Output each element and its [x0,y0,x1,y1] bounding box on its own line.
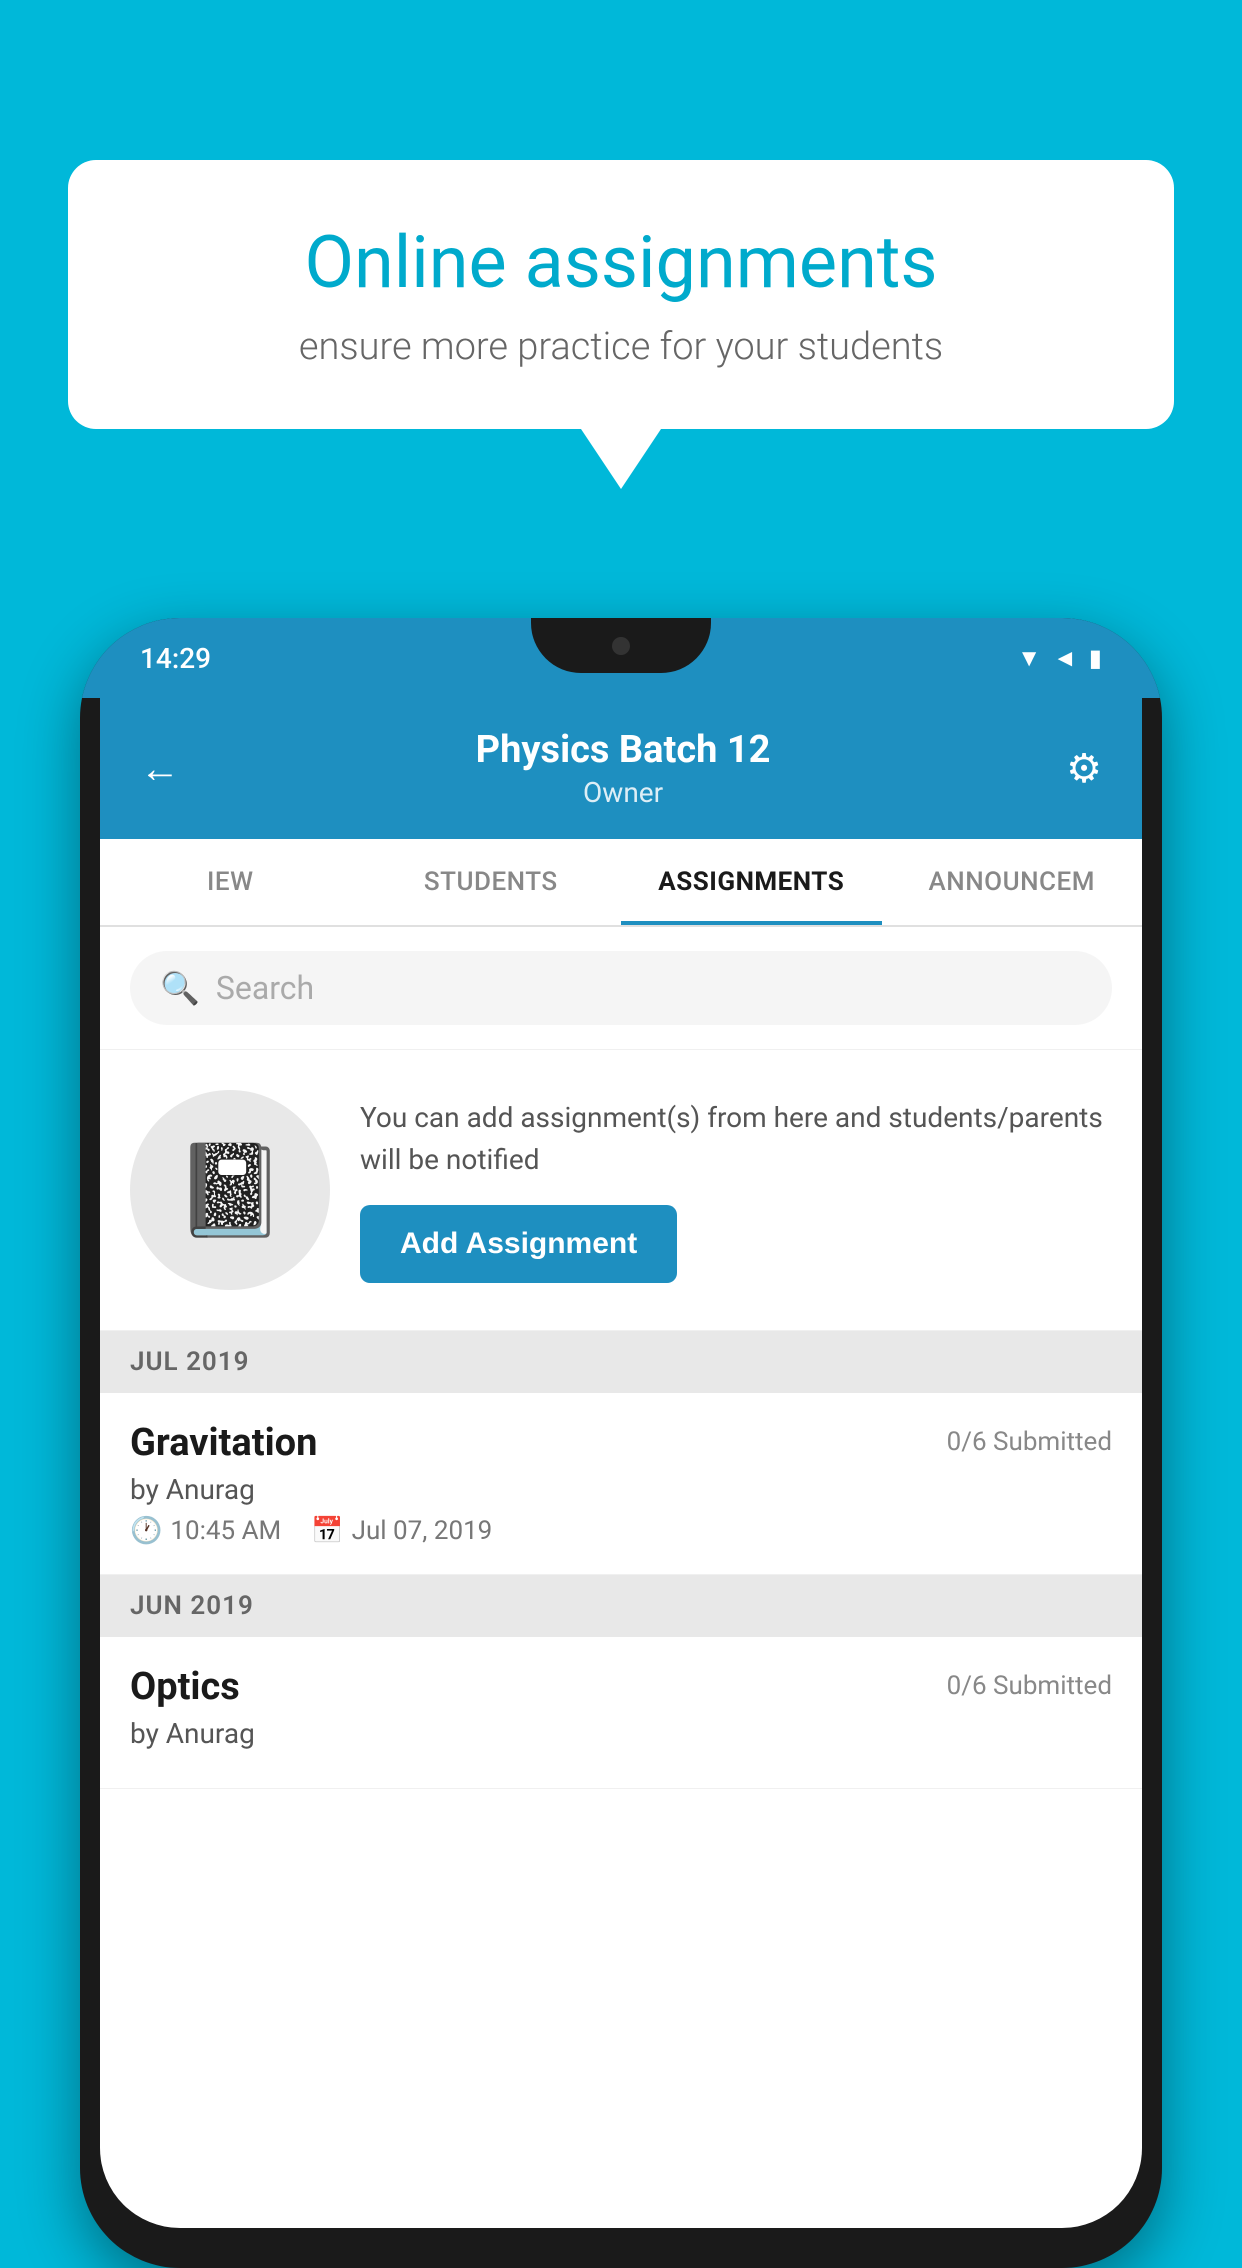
settings-icon[interactable]: ⚙ [1066,745,1102,792]
status-bar: 14:29 ▼ ◄ ▮ [80,618,1162,698]
search-bar[interactable]: 🔍 Search [130,951,1112,1025]
assignment-submitted: 0/6 Submitted [947,1427,1112,1457]
speech-bubble-section: Online assignments ensure more practice … [68,160,1174,489]
add-assignment-section: 📓 You can add assignment(s) from here an… [100,1050,1142,1331]
add-assignment-description: You can add assignment(s) from here and … [360,1097,1112,1181]
notebook-icon-container: 📓 [130,1090,330,1290]
calendar-icon: 📅 [311,1516,343,1546]
speech-bubble-subtitle: ensure more practice for your students [138,325,1104,369]
wifi-icon: ▼ [1017,644,1041,673]
assignment-time: 🕐 10:45 AM [130,1516,281,1546]
app-content: ← Physics Batch 12 Owner ⚙ IEW STUDENTS … [100,698,1142,2228]
assignment-row1-optics: Optics 0/6 Submitted [130,1665,1112,1709]
assignment-item-optics[interactable]: Optics 0/6 Submitted by Anurag [100,1637,1142,1789]
search-placeholder: Search [216,969,314,1007]
clock-icon: 🕐 [130,1516,162,1546]
assignment-by: by Anurag [130,1473,1112,1506]
search-container: 🔍 Search [100,927,1142,1050]
speech-bubble-title: Online assignments [138,220,1104,305]
tab-announcements[interactable]: ANNOUNCEM [882,839,1143,925]
header-title: Physics Batch 12 [476,728,771,772]
add-assignment-button[interactable]: Add Assignment [360,1205,677,1283]
section-header-jun: JUN 2019 [100,1575,1142,1637]
speech-bubble-arrow [581,429,661,489]
assignment-row1: Gravitation 0/6 Submitted [130,1421,1112,1465]
tab-iew[interactable]: IEW [100,839,361,925]
assignment-name: Gravitation [130,1421,317,1465]
assignment-by-optics: by Anurag [130,1717,1112,1750]
assignment-item-gravitation[interactable]: Gravitation 0/6 Submitted by Anurag 🕐 10… [100,1393,1142,1575]
section-header-jul: JUL 2019 [100,1331,1142,1393]
assignment-time-value: 10:45 AM [170,1516,281,1546]
battery-icon: ▮ [1089,644,1102,672]
tab-assignments[interactable]: ASSIGNMENTS [621,839,882,925]
app-header: ← Physics Batch 12 Owner ⚙ [100,698,1142,839]
signal-icon: ◄ [1053,644,1077,673]
tabs-bar: IEW STUDENTS ASSIGNMENTS ANNOUNCEM [100,839,1142,927]
tab-students[interactable]: STUDENTS [361,839,622,925]
assignment-meta: 🕐 10:45 AM 📅 Jul 07, 2019 [130,1516,1112,1546]
add-assignment-right: You can add assignment(s) from here and … [360,1097,1112,1283]
search-icon: 🔍 [160,969,200,1007]
assignment-date: 📅 Jul 07, 2019 [311,1516,492,1546]
assignment-date-value: Jul 07, 2019 [352,1516,493,1546]
assignment-name-optics: Optics [130,1665,240,1709]
assignment-submitted-optics: 0/6 Submitted [947,1671,1112,1701]
status-icons: ▼ ◄ ▮ [1017,644,1102,673]
header-center: Physics Batch 12 Owner [476,728,771,809]
notebook-icon: 📓 [174,1138,286,1243]
camera-icon [612,637,630,655]
phone-frame: 14:29 ▼ ◄ ▮ ← Physics Batch 12 Owner ⚙ I… [80,618,1162,2268]
phone-notch [531,618,711,673]
header-subtitle: Owner [476,776,771,809]
back-button[interactable]: ← [140,745,180,792]
speech-bubble-card: Online assignments ensure more practice … [68,160,1174,429]
status-time: 14:29 [140,642,211,675]
